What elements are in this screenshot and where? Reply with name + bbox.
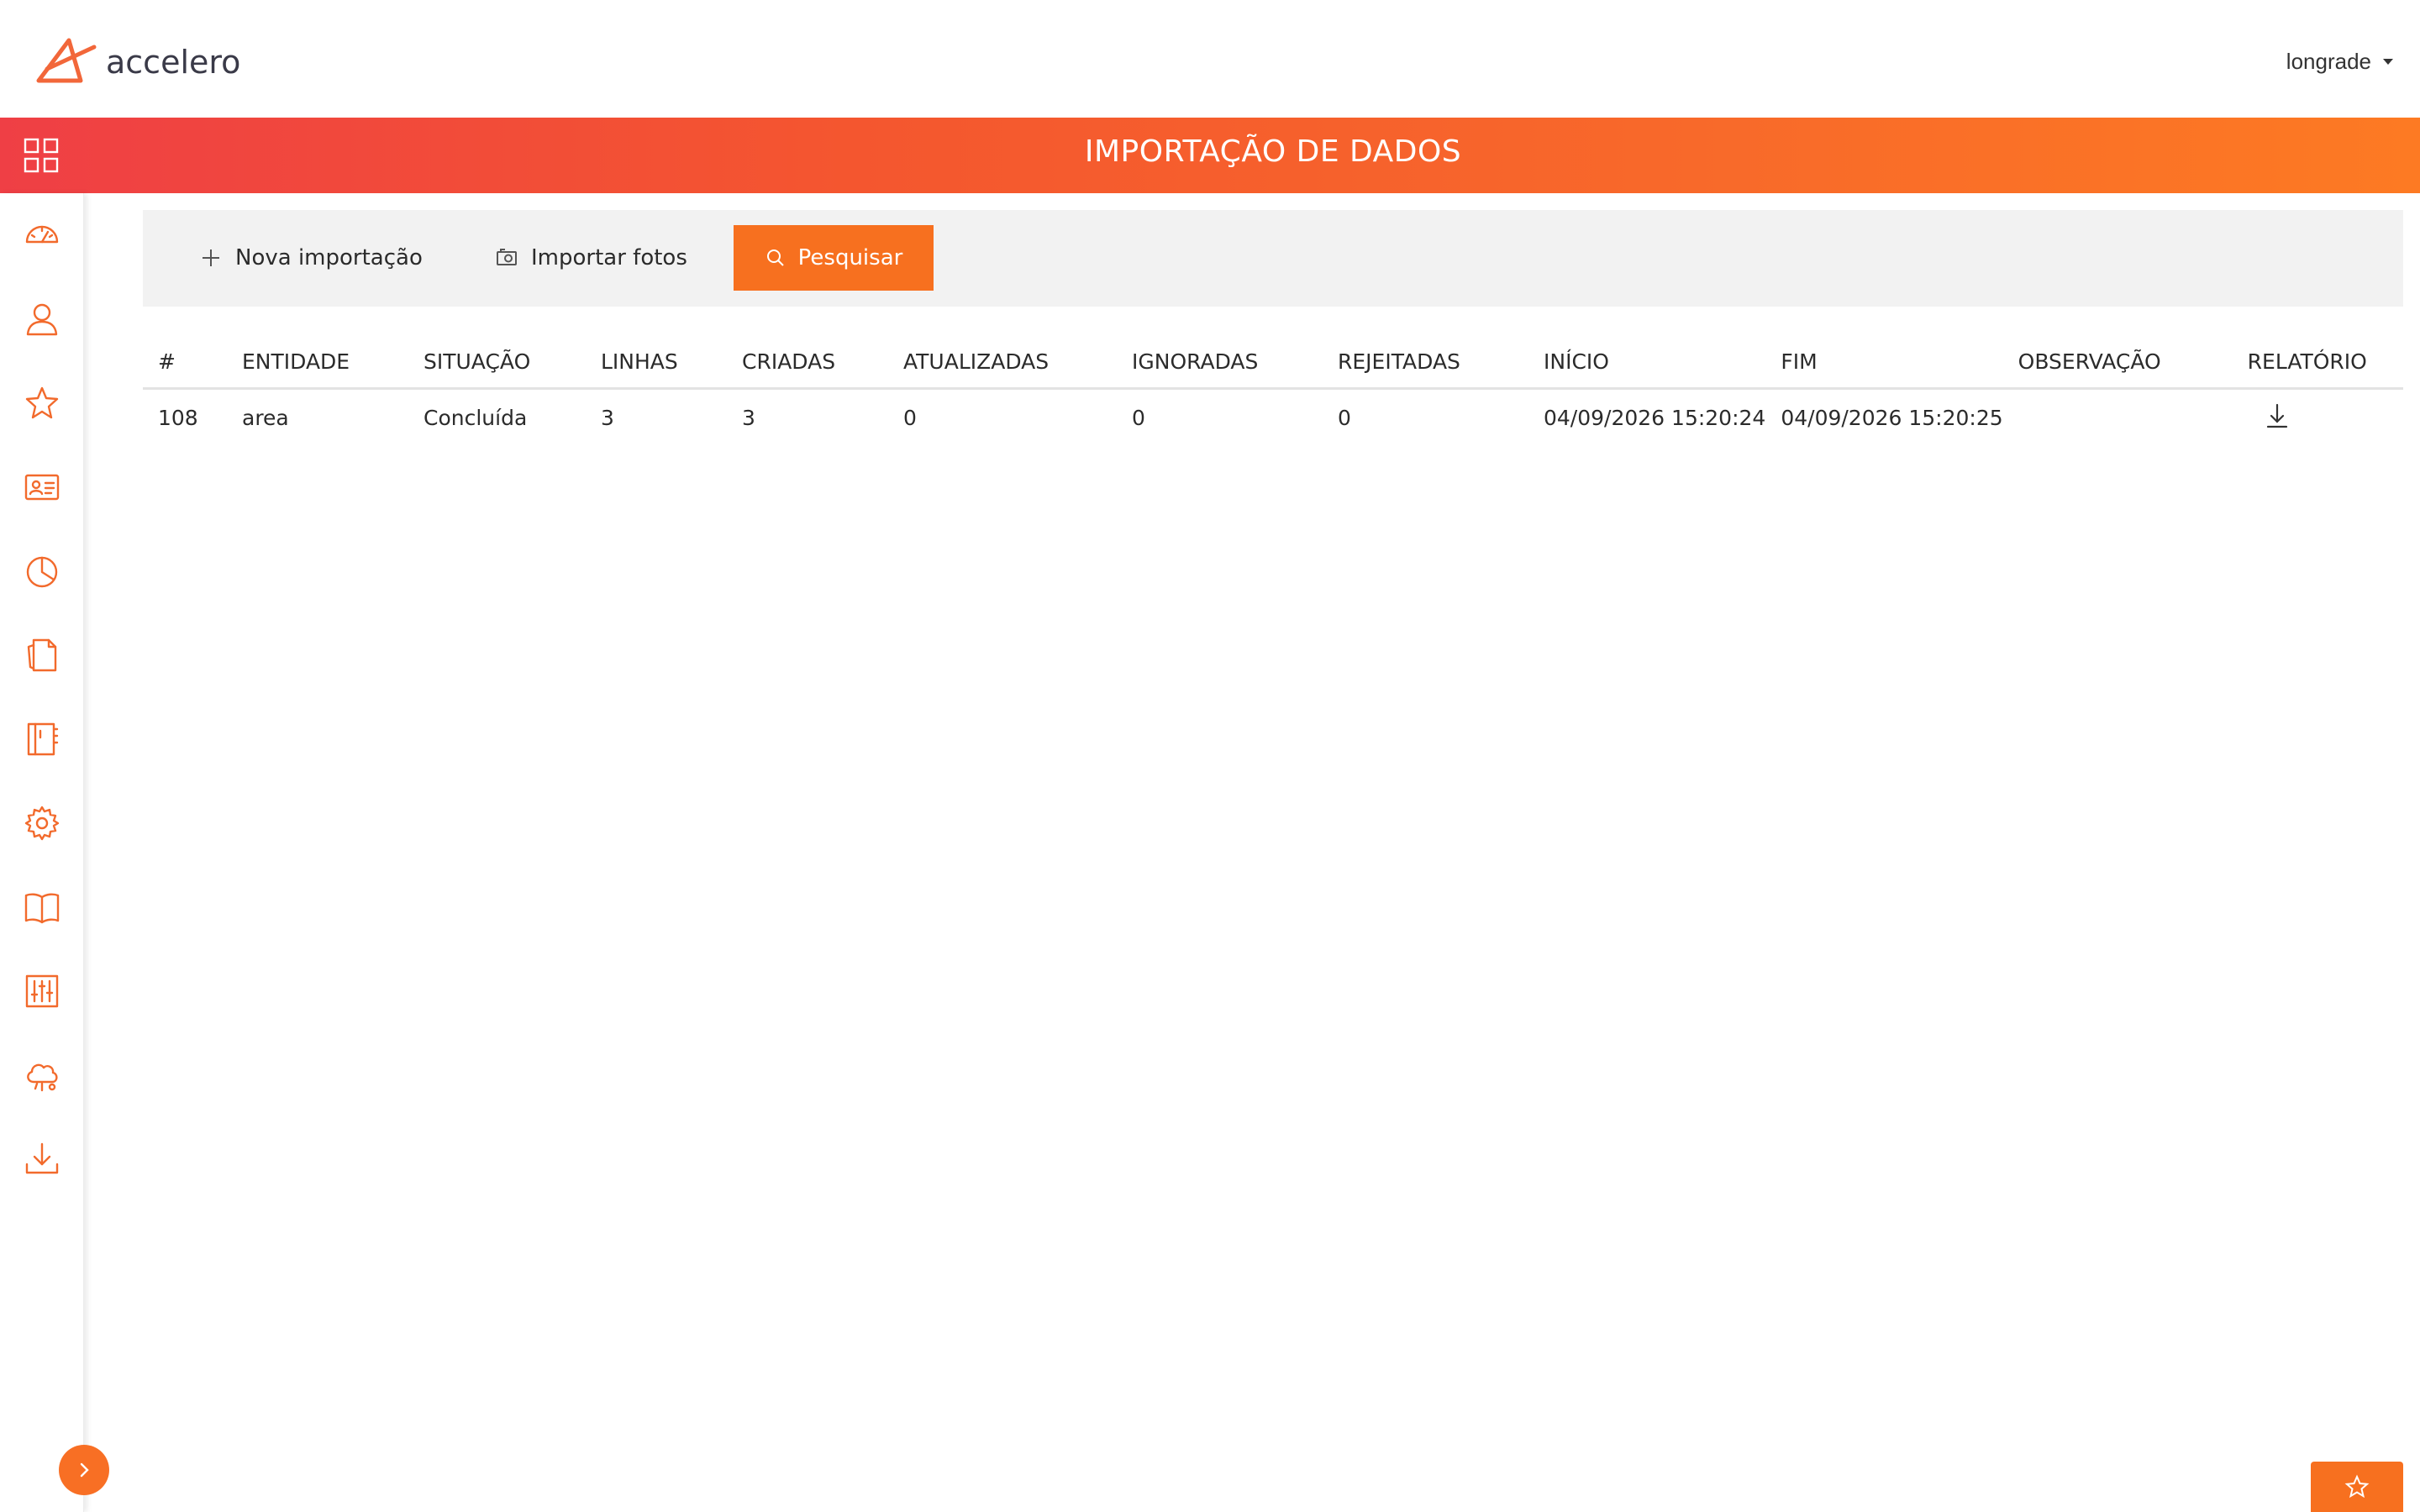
sidebar-item-notebook[interactable] — [22, 719, 62, 759]
search-button[interactable]: Pesquisar — [734, 225, 934, 291]
gear-icon — [24, 806, 60, 841]
add-favorite-button[interactable] — [2311, 1462, 2403, 1512]
column-header-inicio[interactable]: INÍCIO — [1528, 336, 1766, 390]
dashboard-gauge-icon — [25, 225, 59, 244]
download-report-icon[interactable] — [2263, 402, 2291, 430]
page-banner: IMPORTAÇÃO DE DADOS — [0, 118, 2420, 193]
cell-fim: 04/09/2026 15:20:25 — [1781, 406, 2003, 431]
pie-chart-icon — [26, 556, 58, 588]
sidebar-item-import[interactable] — [22, 1139, 62, 1179]
logo-text: accelero — [106, 44, 241, 81]
sidebar-item-documents[interactable] — [22, 635, 62, 675]
sidebar-item-manual[interactable] — [22, 887, 62, 927]
column-header-atualizadas[interactable]: ATUALIZADAS — [888, 336, 1117, 390]
column-header-observacao[interactable]: OBSERVAÇÃO — [2002, 336, 2233, 390]
id-card-icon — [24, 474, 60, 501]
column-header-entidade[interactable]: ENTIDADE — [227, 336, 408, 390]
new-import-button[interactable]: Nova importação — [200, 225, 423, 291]
sidebar-item-profiles[interactable] — [22, 467, 62, 507]
user-icon — [26, 303, 58, 336]
new-import-label: Nova importação — [235, 245, 423, 270]
import-photos-button[interactable]: Importar fotos — [496, 225, 687, 291]
cell-linhas: 3 — [601, 406, 614, 431]
cell-observacao — [2003, 388, 2233, 447]
table-row[interactable]: 108 area Concluída 3 3 0 0 0 04/09/2026 … — [143, 388, 2403, 447]
notebook-icon — [27, 722, 59, 756]
cell-relatorio — [2233, 388, 2403, 447]
star-icon — [25, 386, 59, 419]
cell-inicio: 04/09/2026 15:20:24 — [1544, 406, 1766, 431]
page-title: IMPORTAÇÃO DE DADOS — [1084, 134, 1462, 169]
toolbar: Nova importação Importar fotos Pesquisar — [143, 210, 2403, 307]
column-header-id[interactable]: # — [143, 336, 227, 390]
column-header-situacao[interactable]: SITUAÇÃO — [408, 336, 586, 390]
import-photos-label: Importar fotos — [531, 245, 687, 270]
sidebar-item-reports[interactable] — [22, 551, 62, 591]
sidebar-item-users[interactable] — [22, 299, 62, 339]
column-header-fim[interactable]: FIM — [1765, 336, 2003, 390]
plus-icon — [203, 249, 219, 266]
download-icon — [25, 1142, 59, 1174]
column-header-rejeitadas[interactable]: REJEITADAS — [1323, 336, 1528, 390]
sidebar-item-favorites[interactable] — [22, 383, 62, 423]
cell-criadas: 3 — [742, 406, 755, 431]
cloud-settings-icon — [27, 1063, 58, 1092]
camera-icon — [497, 249, 517, 265]
sidebar-item-settings[interactable] — [22, 803, 62, 843]
sidebar-item-adjustments[interactable] — [22, 971, 62, 1011]
column-header-ignoradas[interactable]: IGNORADAS — [1117, 336, 1323, 390]
cell-situacao: Concluída — [424, 406, 528, 431]
cell-atualizadas: 0 — [903, 406, 917, 431]
sidebar — [0, 193, 84, 1512]
user-name: longrade — [2286, 49, 2371, 74]
column-header-criadas[interactable]: CRIADAS — [727, 336, 888, 390]
search-label: Pesquisar — [797, 245, 903, 270]
sidebar-item-integrations[interactable] — [22, 1055, 62, 1095]
sidebar-item-dashboard[interactable] — [22, 215, 62, 255]
user-menu[interactable]: longrade — [2286, 49, 2393, 75]
chevron-right-icon — [80, 1462, 89, 1478]
accelero-logo[interactable]: accelero — [35, 34, 240, 87]
logo-mark-icon — [36, 38, 97, 83]
star-icon — [2344, 1474, 2370, 1499]
book-icon — [24, 893, 60, 924]
imports-table: # ENTIDADE SITUAÇÃO LINHAS CRIADAS ATUAL… — [143, 336, 2403, 447]
cell-ignoradas: 0 — [1132, 406, 1145, 431]
column-header-relatorio[interactable]: RELATÓRIO — [2232, 336, 2403, 390]
table-header-row: # ENTIDADE SITUAÇÃO LINHAS CRIADAS ATUAL… — [143, 336, 2403, 390]
search-icon — [766, 249, 784, 266]
cell-rejeitadas: 0 — [1338, 406, 1351, 431]
sliders-icon — [25, 974, 59, 1008]
top-header: accelero longrade — [0, 0, 2420, 118]
documents-icon — [27, 638, 57, 672]
cell-id: 108 — [158, 406, 198, 431]
sidebar-expand-button[interactable] — [59, 1445, 109, 1495]
cell-entidade: area — [242, 406, 289, 431]
chevron-down-icon — [2383, 59, 2393, 65]
column-header-linhas[interactable]: LINHAS — [586, 336, 727, 390]
